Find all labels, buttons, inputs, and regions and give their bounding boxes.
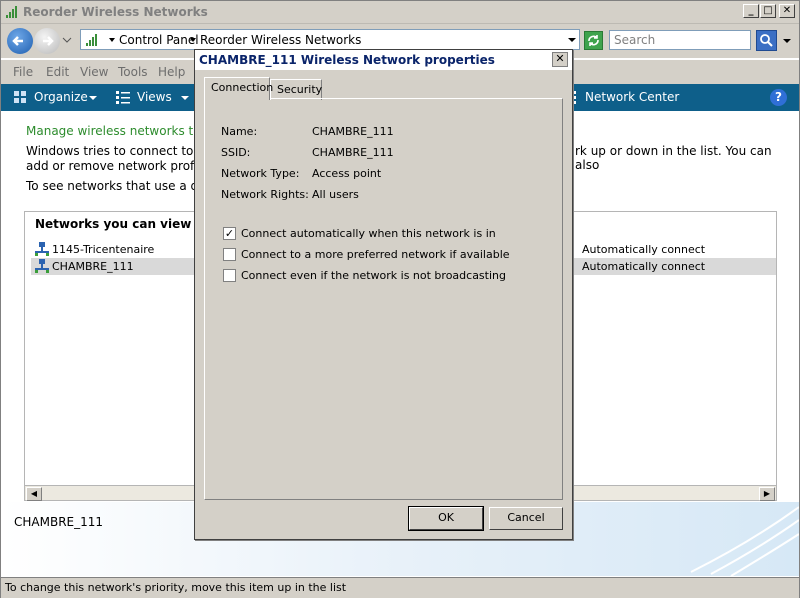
- breadcrumb-reorder-networks[interactable]: Reorder Wireless Networks: [200, 33, 361, 47]
- status-text: To change this network's priority, move …: [5, 581, 347, 594]
- dialog-title-bar: CHAMBRE_111 Wireless Network properties …: [195, 50, 572, 70]
- organize-button[interactable]: Organize: [34, 90, 88, 104]
- dialog-title: CHAMBRE_111 Wireless Network properties: [199, 53, 495, 67]
- history-chevron-icon[interactable]: [62, 36, 72, 44]
- name-label: Name:: [221, 125, 258, 138]
- search-button[interactable]: [756, 30, 777, 51]
- forward-arrow-icon: [43, 36, 54, 46]
- title-bar: Reorder Wireless Networks _ □ ✕: [1, 1, 799, 24]
- views-dropdown-icon[interactable]: [181, 95, 189, 101]
- network-icon: [35, 242, 49, 256]
- back-button[interactable]: [7, 28, 33, 54]
- description-line1-right: rk up or down in the list. You can also: [575, 144, 772, 172]
- address-dropdown-icon[interactable]: [568, 37, 576, 43]
- organize-icon: [14, 91, 26, 103]
- help-icon[interactable]: ?: [770, 89, 787, 106]
- views-icon: [116, 91, 130, 104]
- crumb-arrow-icon[interactable]: [109, 37, 115, 43]
- minimize-button[interactable]: _: [743, 4, 759, 18]
- scroll-left-icon[interactable]: ◀: [26, 487, 42, 501]
- network-icon: [35, 259, 49, 273]
- tab-security[interactable]: Security: [270, 79, 322, 100]
- back-arrow-icon: [12, 36, 23, 46]
- connection-tab-panel: Name: CHAMBRE_111 SSID: CHAMBRE_111 Netw…: [204, 98, 563, 500]
- scroll-right-icon[interactable]: ▶: [759, 487, 775, 501]
- status-bar: To change this network's priority, move …: [1, 577, 799, 598]
- menu-help[interactable]: Help: [158, 65, 185, 79]
- tab-connection[interactable]: Connection: [204, 77, 273, 100]
- auto-connect-label[interactable]: Connect automatically when this network …: [241, 227, 496, 240]
- window-title: Reorder Wireless Networks: [23, 5, 208, 19]
- network-type-value: Access point: [312, 167, 382, 180]
- close-button[interactable]: ✕: [779, 4, 795, 18]
- description-line1: Windows tries to connect to the: [26, 144, 217, 158]
- address-field[interactable]: Control Panel Reorder Wireless Networks: [80, 29, 580, 50]
- organize-dropdown-icon[interactable]: [89, 95, 97, 101]
- network-center-link[interactable]: Network Center: [585, 90, 679, 104]
- not-broadcasting-checkbox[interactable]: [223, 269, 236, 282]
- crumb-arrow-icon[interactable]: [190, 37, 196, 43]
- preferred-network-checkbox[interactable]: [223, 248, 236, 261]
- maximize-button[interactable]: □: [760, 4, 776, 18]
- views-button[interactable]: Views: [137, 90, 172, 104]
- network-type-label: Network Type:: [221, 167, 300, 180]
- description-para2: To see networks that use a differ: [26, 179, 223, 193]
- decorative-swoosh: [690, 506, 799, 576]
- search-input[interactable]: Search: [609, 30, 751, 50]
- menu-file[interactable]: File: [13, 65, 33, 79]
- wireless-signal-icon: [86, 34, 97, 46]
- not-broadcasting-label[interactable]: Connect even if the network is not broad…: [241, 269, 506, 282]
- network-center-icon: [573, 91, 576, 104]
- cancel-button[interactable]: Cancel: [489, 507, 563, 530]
- network-rights-label: Network Rights:: [221, 188, 309, 201]
- breadcrumb-control-panel[interactable]: Control Panel: [119, 33, 199, 47]
- ok-button[interactable]: OK: [408, 506, 484, 531]
- name-value: CHAMBRE_111: [312, 125, 394, 138]
- search-options-icon[interactable]: [783, 38, 791, 44]
- preferred-network-label[interactable]: Connect to a more preferred network if a…: [241, 248, 510, 261]
- network-name: 1145-Tricentenaire: [52, 243, 155, 256]
- network-mode: Automatically connect: [582, 260, 706, 273]
- selected-network-name: CHAMBRE_111: [14, 515, 104, 529]
- menu-edit[interactable]: Edit: [46, 65, 69, 79]
- network-rights-value: All users: [312, 188, 359, 201]
- refresh-button[interactable]: [584, 31, 603, 50]
- description-line2: add or remove network profiles.: [26, 159, 219, 173]
- network-properties-dialog: CHAMBRE_111 Wireless Network properties …: [194, 49, 573, 540]
- network-name: CHAMBRE_111: [52, 260, 134, 273]
- wireless-signal-icon: [6, 6, 17, 18]
- ssid-value: CHAMBRE_111: [312, 146, 394, 159]
- refresh-icon: [588, 35, 599, 46]
- search-icon: [760, 34, 773, 47]
- network-mode: Automatically connect: [582, 243, 706, 256]
- dialog-close-button[interactable]: ✕: [552, 52, 568, 67]
- forward-button[interactable]: [34, 28, 60, 54]
- ssid-label: SSID:: [221, 146, 251, 159]
- auto-connect-checkbox[interactable]: ✓: [223, 227, 236, 240]
- menu-view[interactable]: View: [80, 65, 108, 79]
- menu-tools[interactable]: Tools: [118, 65, 148, 79]
